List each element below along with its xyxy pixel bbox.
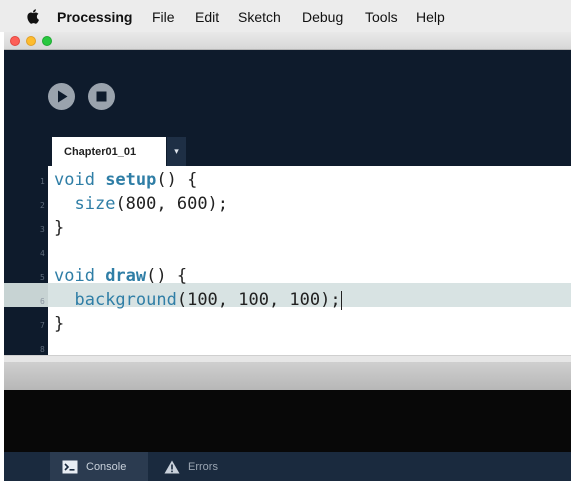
menu-sketch[interactable]: Sketch xyxy=(238,9,281,25)
code-line: } xyxy=(54,216,64,240)
tab-menu-button[interactable]: ▾ xyxy=(167,137,186,166)
menu-bar: Processing File Edit Sketch Debug Tools … xyxy=(0,0,571,32)
apple-logo-icon[interactable] xyxy=(26,8,40,24)
tab-chapter01-01[interactable]: Chapter01_01 xyxy=(52,137,166,166)
code-token: void xyxy=(54,266,106,286)
code-token: } xyxy=(54,218,65,238)
code-token: size xyxy=(74,194,116,214)
footer-tab-bar: Console Errors xyxy=(4,452,571,481)
horizontal-scrollbar[interactable] xyxy=(4,355,571,362)
console-icon xyxy=(62,460,78,473)
play-icon xyxy=(58,90,68,103)
menu-edit[interactable]: Edit xyxy=(195,9,219,25)
code-token: } xyxy=(54,314,65,334)
code-token: (800, 600); xyxy=(115,194,229,214)
tab-label: Chapter01_01 xyxy=(64,145,137,158)
code-token: () { xyxy=(156,170,198,190)
console-output-area[interactable] xyxy=(4,390,571,452)
warning-icon xyxy=(164,460,180,473)
line-number: 7 xyxy=(40,321,45,330)
processing-window: Chapter01_01 ▾ 12345678 void setup() { s… xyxy=(4,32,571,481)
code-token: (100, 100, 100); xyxy=(176,290,341,310)
menu-debug[interactable]: Debug xyxy=(302,9,343,25)
stop-button[interactable] xyxy=(88,83,115,110)
line-number: 8 xyxy=(40,345,45,354)
line-number: 5 xyxy=(40,273,45,282)
toolbar xyxy=(4,50,571,137)
zoom-window-button[interactable] xyxy=(42,36,52,46)
line-number: 3 xyxy=(40,225,45,234)
code-token: draw xyxy=(105,266,147,286)
sketch-tab-bar: Chapter01_01 ▾ xyxy=(4,137,571,166)
code-line: background(100, 100, 100); xyxy=(54,288,342,312)
errors-tab[interactable]: Errors xyxy=(150,452,240,481)
menu-processing[interactable]: Processing xyxy=(57,9,132,25)
close-window-button[interactable] xyxy=(10,36,20,46)
menu-tools[interactable]: Tools xyxy=(365,9,398,25)
line-number: 4 xyxy=(40,249,45,258)
stop-icon xyxy=(96,91,107,102)
window-titlebar xyxy=(4,32,571,50)
console-tab[interactable]: Console xyxy=(50,452,148,481)
code-editor[interactable]: 12345678 void setup() { size(800, 600);}… xyxy=(4,166,571,355)
code-token: background xyxy=(74,290,177,310)
errors-tab-label: Errors xyxy=(188,460,218,473)
code-token: void xyxy=(54,170,106,190)
line-number: 1 xyxy=(40,177,45,186)
menu-file[interactable]: File xyxy=(152,9,175,25)
chevron-down-icon: ▾ xyxy=(174,146,179,156)
code-line: } xyxy=(54,312,64,336)
run-button[interactable] xyxy=(48,83,75,110)
minimize-window-button[interactable] xyxy=(26,36,36,46)
line-number: 6 xyxy=(40,297,45,306)
code-token: () { xyxy=(146,266,188,286)
line-number: 2 xyxy=(40,201,45,210)
code-line: size(800, 600); xyxy=(54,192,228,216)
code-line: void setup() { xyxy=(54,168,197,192)
code-token: setup xyxy=(105,170,157,190)
text-caret xyxy=(340,290,342,310)
console-tab-label: Console xyxy=(86,460,127,473)
editor-console-divider[interactable] xyxy=(4,362,571,390)
menu-help[interactable]: Help xyxy=(416,9,445,25)
code-line: void draw() { xyxy=(54,264,187,288)
